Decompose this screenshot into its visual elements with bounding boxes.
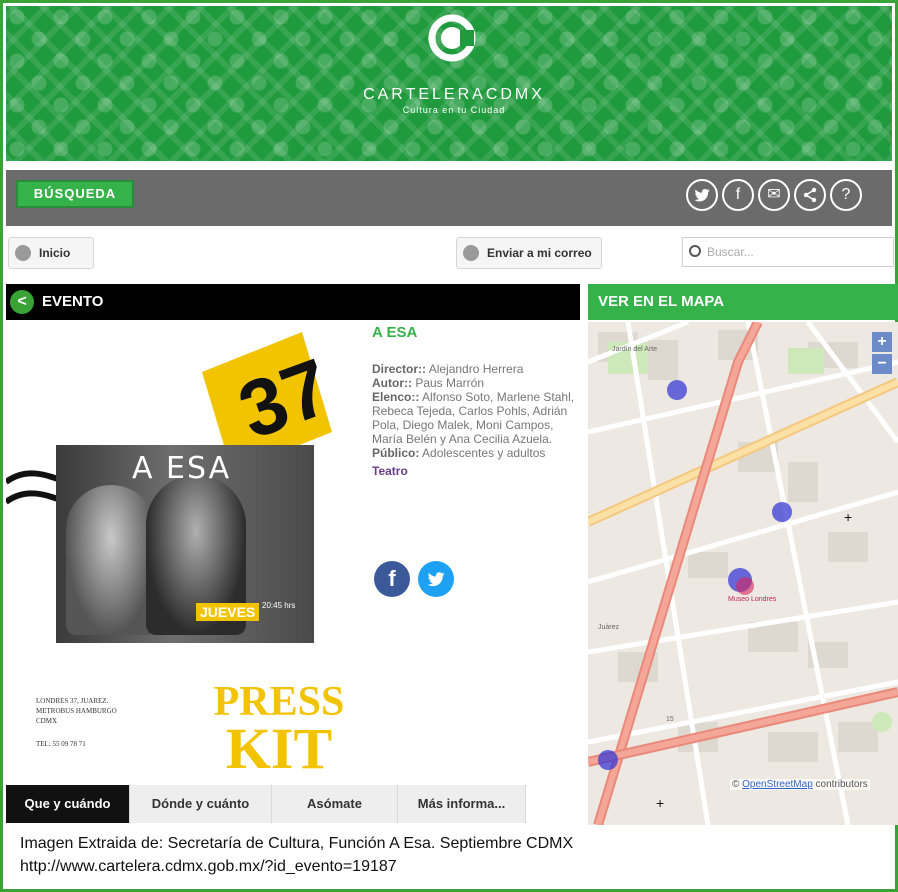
map-tiles: + + [588,322,898,825]
search-input[interactable]: Buscar... [682,237,894,267]
autor-value: Paus Marrón [415,376,485,390]
map-marker[interactable] [667,380,687,400]
kit-word: KIT [225,716,333,781]
event-map[interactable]: + + Jardín del Arte Juárez Museo Londres… [588,322,898,825]
email-label: Enviar a mi correo [487,246,592,260]
share-icon[interactable] [794,179,826,211]
zoom-out-button[interactable]: − [872,354,892,374]
director-label: Director:: [372,362,427,376]
publico-label: Público: [372,446,420,460]
map-attribution: © OpenStreetMap contributors [730,779,870,790]
event-info: A ESA Director:: Alejandro Herrera Autor… [372,324,582,478]
poster-tel: TEL: 55 09 78 71 [36,740,86,748]
poster-day: JUEVES [196,603,260,621]
elenco-row: Elenco:: Alfonso Soto, Marlene Stahl, Re… [372,390,582,446]
facebook-share-icon[interactable]: f [374,561,410,597]
logo-subtitle: Cultura en tu Ciudad [402,105,506,115]
mail-icon[interactable]: ✉ [758,179,790,211]
search-toggle-button[interactable]: BÚSQUEDA [16,180,134,208]
map-marker[interactable] [772,502,792,522]
home-label: Inicio [39,246,71,260]
envelope-icon [463,244,479,261]
event-tabs: Que y cuándo Dónde y cuánto Asómate Más … [6,785,526,823]
map-header[interactable]: VER EN EL MAPA [588,284,898,320]
help-icon[interactable]: ? [830,179,862,211]
twitter-share-icon[interactable] [418,561,454,597]
zoom-controls: + − [872,332,892,376]
search-placeholder: Buscar... [707,245,754,259]
map-label: Juárez [598,624,620,631]
address-line: LONDRES 37, JUAREZ. [36,697,109,705]
director-row: Director:: Alejandro Herrera [372,362,582,376]
poster-title: A ESA [132,451,232,486]
evento-title: EVENTO [42,293,104,310]
event-poster: 37 A ESA JUEVES 20:45 hrs LONDRES 37, JU… [6,322,364,792]
publico-row: Público: Adolescentes y adultos [372,446,582,460]
search-icon [689,245,701,257]
autor-row: Autor:: Paus Marrón [372,376,582,390]
publico-value: Adolescentes y adultos [422,446,546,460]
tab-mas-informacion[interactable]: Más informa... [398,785,526,823]
autor-label: Autor:: [372,376,412,390]
poster-photo: A ESA JUEVES 20:45 hrs [56,445,314,643]
caption-line: Imagen Extraida de: Secretaría de Cultur… [20,835,574,852]
mail-glyph: ✉ [767,186,781,203]
caption-url: http://www.cartelera.cdmx.gob.mx/?id_eve… [20,858,397,875]
tab-donde-y-cuanto[interactable]: Dónde y cuánto [130,785,272,823]
zoom-in-button[interactable]: + [872,332,892,352]
osm-link[interactable]: OpenStreetMap [742,779,813,790]
event-category[interactable]: Teatro [372,464,582,478]
back-arrow-icon[interactable]: < [10,290,34,314]
elenco-label: Elenco:: [372,390,420,404]
copyright-symbol: © [732,779,740,790]
actress-image [66,485,156,635]
press-kit-title[interactable]: PRESS KIT [204,681,354,781]
event-title: A ESA [372,324,418,341]
museum-label: Museo Londres [728,596,777,603]
email-button[interactable]: Enviar a mi correo [456,237,602,269]
poster-time: 20:45 hrs [262,601,296,610]
svg-text:+: + [844,509,852,525]
logo-title: CARTELERACDMX [363,86,545,103]
toolbar: BÚSQUEDA f ✉ ? [6,170,892,226]
evento-header: < EVENTO [6,284,580,320]
address-line: METROBUS HAMBURGO [36,707,117,715]
director-value: Alejandro Herrera [428,362,524,376]
header-banner: CARTELERACDMX Cultura en tu Ciudad [6,6,892,161]
image-caption: Imagen Extraida de: Secretaría de Cultur… [20,832,573,878]
map-marker-active[interactable] [736,577,754,595]
address-line: CDMX [36,717,58,725]
map-label: Jardín del Arte [612,346,658,353]
facebook-glyph: f [735,186,741,203]
twitter-icon[interactable] [686,179,718,211]
poster-address: LONDRES 37, JUAREZ. METROBUS HAMBURGO CD… [36,696,117,726]
svg-text:+: + [656,795,664,811]
home-icon [15,244,31,261]
tab-asomate[interactable]: Asómate [272,785,398,823]
help-glyph: ? [841,186,851,203]
facebook-icon[interactable]: f [722,179,754,211]
tab-que-y-cuando[interactable]: Que y cuándo [6,785,130,823]
cartelera-logo-icon[interactable] [428,14,476,62]
road-number: 15 [666,716,674,723]
map-marker[interactable] [598,750,618,770]
attribution-suffix: contributors [815,779,868,790]
home-button[interactable]: Inicio [8,237,94,269]
